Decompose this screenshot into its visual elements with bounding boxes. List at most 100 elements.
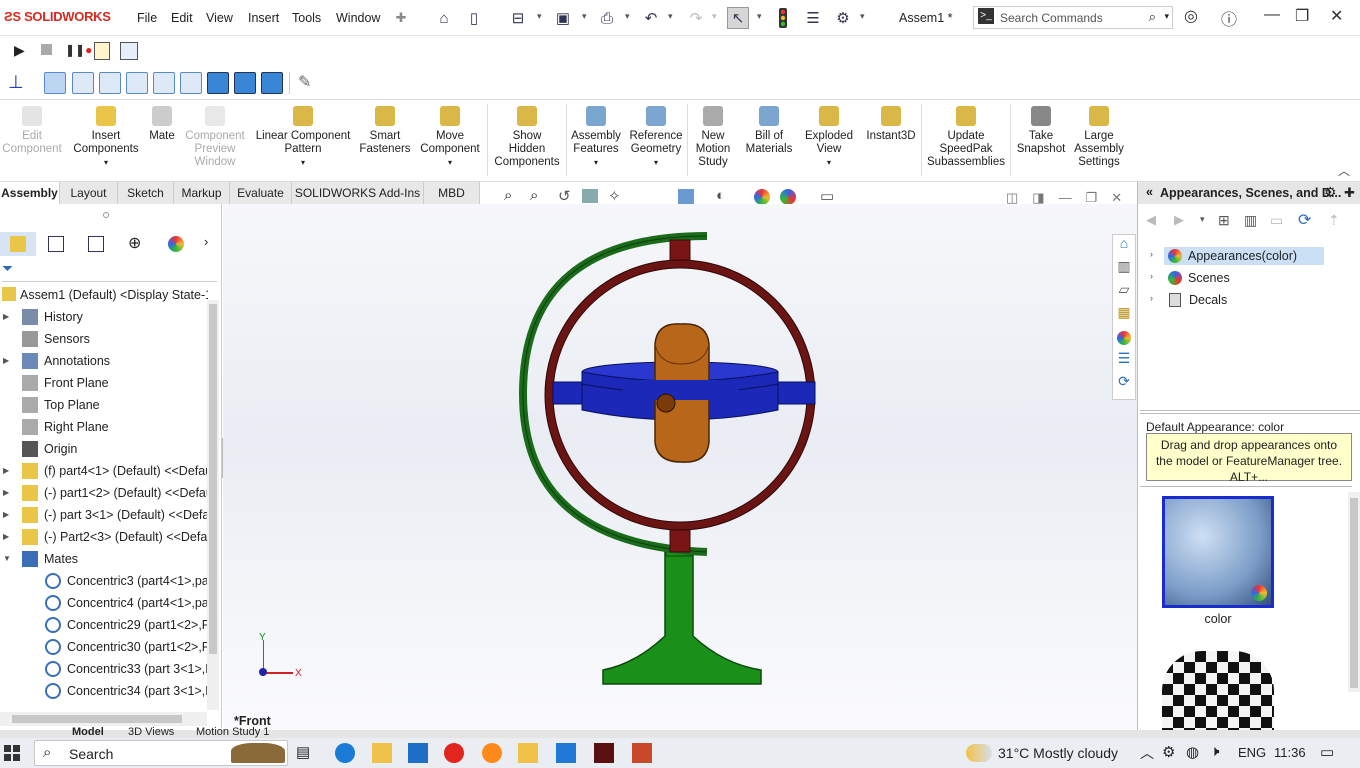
file-explorer-taskbar-icon[interactable] (372, 743, 392, 763)
tree-root[interactable]: Assem1 (Default) <Display State-1> (0, 284, 208, 306)
tab-layout[interactable]: Layout (60, 182, 118, 204)
zoom-to-fit-icon[interactable]: ⌕ (504, 187, 512, 204)
tree-decals[interactable]: Decals (1164, 291, 1324, 309)
network-icon[interactable]: ◍ (1186, 743, 1199, 761)
tree-item[interactable]: ▶ (f) part4<1> (Default) <<Defau (0, 460, 210, 482)
expand-decals-icon[interactable]: › (1150, 293, 1153, 303)
search-icon[interactable]: ⌕ (1149, 9, 1156, 25)
tree-item[interactable]: Concentric33 (part 3<1>,P (0, 658, 210, 680)
tree-appearances[interactable]: Appearances(color) (1164, 247, 1324, 265)
insert-components-dropdown-icon[interactable]: ▾ (66, 156, 146, 169)
volume-icon[interactable]: 🕨 (1210, 743, 1219, 760)
view-orientation-icon[interactable] (678, 189, 694, 205)
exploded-view-button[interactable]: Exploded View ▾ (800, 103, 858, 169)
solidworks-logo[interactable]: ƧS SOLIDWORKS (4, 9, 111, 24)
menu-insert[interactable]: Insert (248, 11, 279, 25)
menu-file[interactable]: File (137, 11, 157, 25)
opera-icon[interactable] (444, 743, 464, 763)
assembly-features-dropdown-icon[interactable]: ▾ (568, 156, 624, 169)
tree-scenes[interactable]: Scenes (1164, 269, 1324, 287)
tab-model[interactable]: Model (72, 726, 104, 738)
exploded-view-dropdown-icon[interactable]: ▾ (800, 156, 858, 169)
linear-component-pattern-button[interactable]: Linear Component Pattern ▾ (252, 103, 354, 169)
pin-pane-icon[interactable]: ✚ (1344, 185, 1355, 201)
view-selector-icon[interactable]: ✎ (298, 72, 311, 92)
clock[interactable]: 11:36 (1274, 745, 1306, 760)
take-snapshot-button[interactable]: Take Snapshot (1012, 103, 1070, 156)
mate-button[interactable]: Mate (146, 103, 178, 143)
view-cube-bottom-icon[interactable] (180, 72, 202, 94)
tab-evaluate[interactable]: Evaluate (230, 182, 292, 204)
solidworks-2023-icon[interactable] (594, 743, 614, 763)
edit-appearance-icon[interactable] (754, 189, 770, 205)
insert-components-button[interactable]: Insert Components ▾ (66, 103, 146, 169)
apply-scene-icon[interactable] (780, 189, 796, 205)
tree-item[interactable]: Origin (0, 438, 210, 460)
undo-icon[interactable]: ↶ (640, 7, 662, 29)
gyroscope-model[interactable] (223, 204, 1137, 732)
add-folder-icon[interactable]: ▭ (1270, 212, 1283, 229)
new-macro-icon[interactable] (94, 42, 110, 60)
redo-dropdown-icon[interactable]: ▾ (712, 11, 717, 22)
collapse-ribbon-icon[interactable]: ︿ (1338, 162, 1350, 179)
restore-icon[interactable]: ❐ (1295, 6, 1309, 26)
checker-swatch-thumbnail[interactable] (1162, 651, 1274, 731)
featuremanager-tab[interactable] (0, 232, 36, 256)
select-dropdown-icon[interactable]: ▾ (757, 11, 762, 22)
open-dropdown-icon[interactable]: ▾ (537, 11, 542, 22)
tab-motion-study[interactable]: Motion Study 1 (196, 726, 269, 738)
tab-markup[interactable]: Markup (174, 182, 230, 204)
dimxpert-tab[interactable]: ⊕ (118, 232, 154, 256)
tree-expander-icon[interactable]: ▶ (3, 460, 9, 482)
home-icon[interactable]: ⌂ (433, 7, 455, 29)
tree-item[interactable]: ▶ (-) part 3<1> (Default) <<Defa (0, 504, 210, 526)
component-preview-button[interactable]: Component Preview Window (180, 103, 250, 169)
store-icon[interactable] (518, 743, 538, 763)
language-indicator[interactable]: ENG (1238, 745, 1266, 760)
appearances-tab-icon[interactable] (1113, 327, 1135, 350)
view-cube-back-icon[interactable] (72, 72, 94, 94)
tree-item[interactable]: Concentric29 (part1<2>,Pa (0, 614, 210, 636)
tree-expander-icon[interactable]: ▶ (3, 526, 9, 548)
section-view-icon[interactable] (582, 189, 598, 203)
tree-item[interactable]: ▶ (-) part1<2> (Default) <<Defau (0, 482, 210, 504)
firefox-icon[interactable] (482, 743, 502, 763)
viewport-restore-icon[interactable]: ❐ (1086, 190, 1098, 205)
view-cube-right-icon[interactable] (126, 72, 148, 94)
display-manager-tab[interactable] (158, 232, 194, 256)
close-icon[interactable]: ✕ (1330, 6, 1343, 26)
tray-chevron-icon[interactable]: ︿ (1140, 743, 1154, 763)
history-dropdown-icon[interactable]: ▾ (1200, 214, 1205, 225)
view-palette-icon[interactable]: ▦ (1113, 304, 1135, 327)
menu-window[interactable]: Window (336, 11, 380, 25)
graphics-area[interactable]: Y X *Front (223, 204, 1137, 732)
run-macro-icon[interactable]: ▶ (14, 42, 25, 59)
edit-component-button[interactable]: Edit Component (0, 103, 64, 156)
large-assembly-settings-button[interactable]: Large Assembly Settings (1070, 103, 1128, 169)
search-commands-input[interactable]: >_ Search Commands ⌕ ▾ (973, 6, 1173, 29)
tree-item[interactable]: ▼ Mates (0, 548, 210, 570)
minimize-icon[interactable]: — (1264, 6, 1280, 24)
panel-grip-icon[interactable] (103, 212, 109, 218)
tree-expander-icon[interactable]: ▶ (3, 504, 9, 526)
taskbar-search-box[interactable]: ⌕ Search (34, 740, 288, 766)
display-style-icon[interactable]: ◐ (716, 187, 725, 204)
view-cube-left-icon[interactable] (99, 72, 121, 94)
tree-item[interactable]: ▶ History (0, 306, 210, 328)
reference-geometry-dropdown-icon[interactable]: ▾ (626, 156, 686, 169)
add-to-library-icon[interactable]: ⊞ (1218, 212, 1230, 229)
tree-item[interactable]: Concentric4 (part4<1>,par (0, 592, 210, 614)
new-document-icon[interactable]: ▯ (463, 7, 485, 29)
tree-item[interactable]: ▶ (-) Part2<3> (Default) <<Defau (0, 526, 210, 548)
pin-icon[interactable]: ✚ (390, 7, 412, 29)
viewport-minimize-icon[interactable]: — (1059, 190, 1072, 205)
file-explorer-icon[interactable]: ▱ (1113, 281, 1135, 304)
edge-browser-icon[interactable] (335, 743, 355, 763)
tree-item[interactable]: Front Plane (0, 372, 210, 394)
view-trimetric-icon[interactable] (234, 72, 256, 94)
swatch-scroll-thumb[interactable] (1350, 498, 1358, 688)
redo-icon[interactable]: ↷ (685, 7, 707, 29)
edit-macro-icon[interactable] (120, 42, 138, 60)
show-hidden-components-button[interactable]: Show Hidden Components (490, 103, 564, 169)
user-account-icon[interactable]: ◎ (1184, 6, 1198, 26)
